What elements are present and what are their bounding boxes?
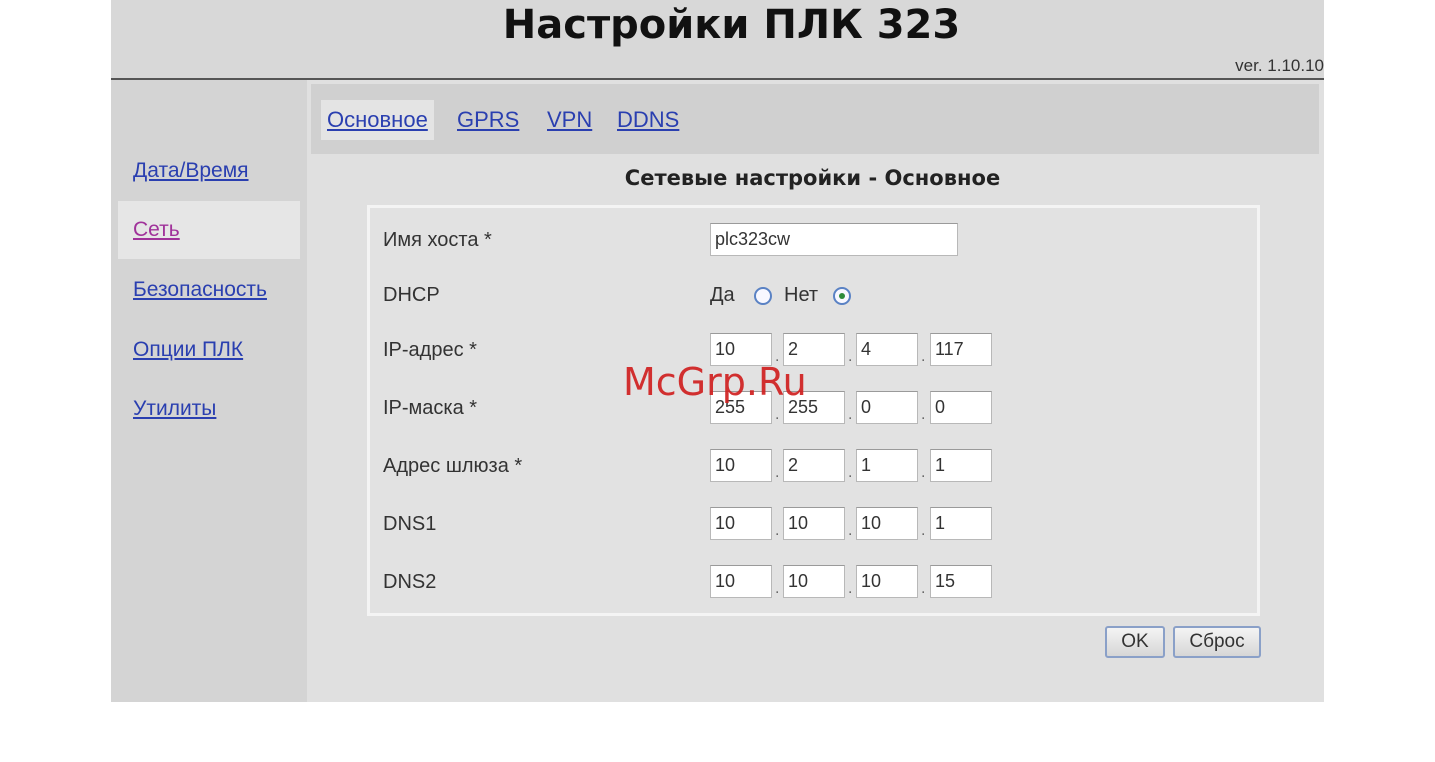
- dhcp-no-radio[interactable]: [833, 287, 851, 305]
- tab-gprs[interactable]: GPRS: [451, 100, 525, 140]
- tab-basic[interactable]: Основное: [321, 100, 434, 140]
- dns1-octet-3[interactable]: [856, 507, 918, 540]
- hostname-label: Имя хоста *: [383, 229, 492, 251]
- sidebar: Дата/Время Сеть Безопасность Опции ПЛК У…: [111, 80, 307, 702]
- gateway-octet-3[interactable]: [856, 449, 918, 482]
- mask-octet-3[interactable]: [856, 391, 918, 424]
- ip-address-label: IP-адрес *: [383, 339, 477, 361]
- mask-separator: .: [848, 406, 853, 423]
- dns2-separator: .: [848, 580, 853, 597]
- hostname-input[interactable]: [710, 223, 958, 256]
- dns1-octet-4[interactable]: [930, 507, 992, 540]
- page-title: Настройки ПЛК 323: [502, 2, 961, 48]
- ip-separator: .: [848, 348, 853, 365]
- dns1-octet-2[interactable]: [783, 507, 845, 540]
- dns1-separator: .: [921, 522, 926, 539]
- sidebar-item-plc-options[interactable]: Опции ПЛК: [118, 321, 300, 379]
- dns1-octet-1[interactable]: [710, 507, 772, 540]
- ip-mask-label: IP-маска *: [383, 397, 478, 419]
- ip-separator: .: [921, 348, 926, 365]
- reset-button[interactable]: Сброс: [1173, 626, 1261, 658]
- mask-separator: .: [921, 406, 926, 423]
- tab-bar: Основное GPRS VPN DDNS: [311, 84, 1319, 154]
- section-title: Сетевые настройки - Основное: [624, 166, 1001, 190]
- ip-octet-3[interactable]: [856, 333, 918, 366]
- dns2-octet-3[interactable]: [856, 565, 918, 598]
- gateway-octet-2[interactable]: [783, 449, 845, 482]
- gateway-octet-4[interactable]: [930, 449, 992, 482]
- dhcp-label: DHCP: [383, 284, 440, 306]
- sidebar-item-utilities[interactable]: Утилиты: [118, 380, 300, 438]
- tab-vpn[interactable]: VPN: [541, 100, 598, 140]
- dns2-label: DNS2: [383, 571, 437, 593]
- watermark-text: McGrp.Ru: [623, 360, 807, 404]
- gateway-separator: .: [921, 464, 926, 481]
- ok-button[interactable]: OK: [1105, 626, 1165, 658]
- ip-octet-4[interactable]: [930, 333, 992, 366]
- dns1-separator: .: [848, 522, 853, 539]
- mask-separator: .: [775, 406, 780, 423]
- dns2-separator: .: [775, 580, 780, 597]
- mask-octet-4[interactable]: [930, 391, 992, 424]
- dns2-octet-2[interactable]: [783, 565, 845, 598]
- gateway-octet-1[interactable]: [710, 449, 772, 482]
- dhcp-yes-label: Да: [710, 284, 735, 306]
- dhcp-no-label: Нет: [784, 284, 819, 306]
- tab-ddns[interactable]: DDNS: [611, 100, 685, 140]
- gateway-label: Адрес шлюза *: [383, 455, 523, 477]
- dns2-octet-4[interactable]: [930, 565, 992, 598]
- dns1-separator: .: [775, 522, 780, 539]
- sidebar-item-datetime[interactable]: Дата/Время: [118, 142, 300, 200]
- dns1-label: DNS1: [383, 513, 437, 535]
- dns2-separator: .: [921, 580, 926, 597]
- dhcp-yes-radio[interactable]: [754, 287, 772, 305]
- gateway-separator: .: [848, 464, 853, 481]
- app-window: Настройки ПЛК 323 ver. 1.10.10 Дата/Врем…: [111, 0, 1324, 702]
- version-label: ver. 1.10.10: [1235, 56, 1324, 75]
- header: Настройки ПЛК 323 ver. 1.10.10: [111, 0, 1324, 80]
- sidebar-item-network[interactable]: Сеть: [118, 201, 300, 259]
- sidebar-item-security[interactable]: Безопасность: [118, 261, 300, 319]
- gateway-separator: .: [775, 464, 780, 481]
- dns2-octet-1[interactable]: [710, 565, 772, 598]
